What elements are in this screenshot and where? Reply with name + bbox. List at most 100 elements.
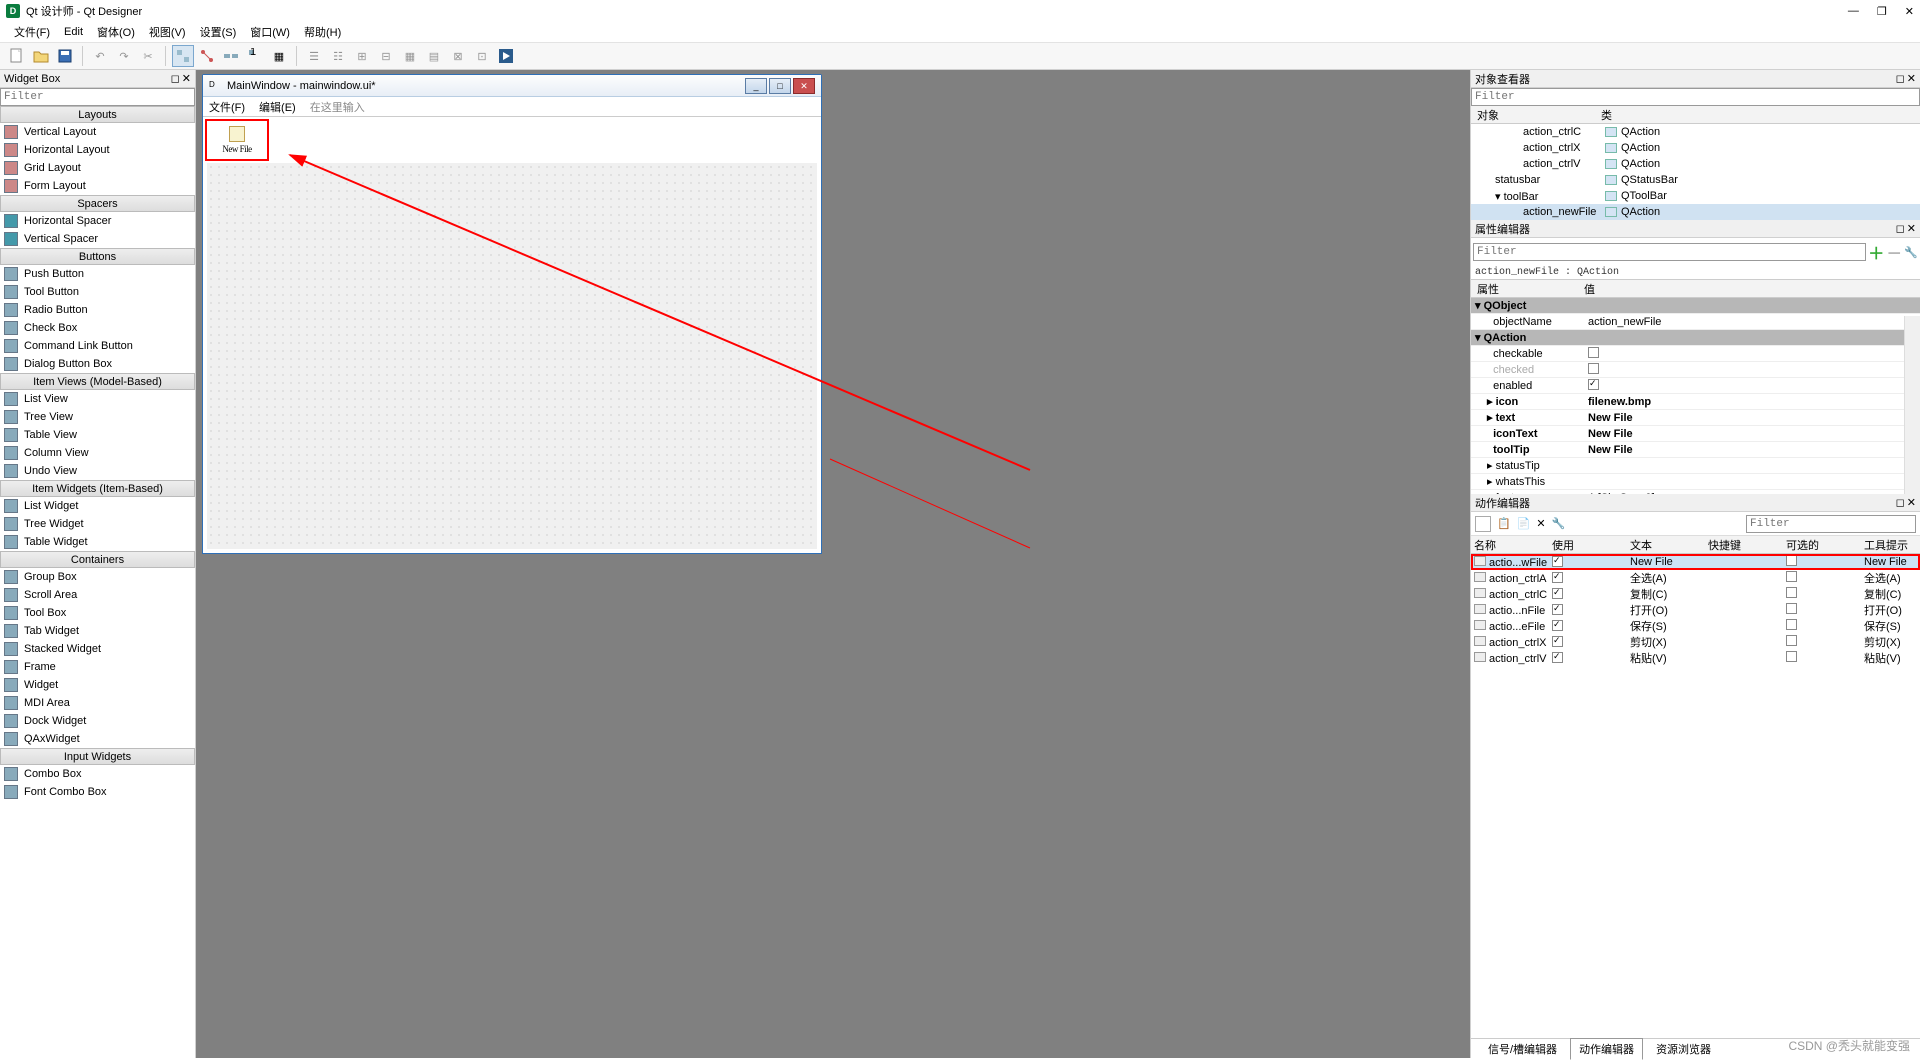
object-tree-row[interactable]: action_ctrlXQAction <box>1471 140 1920 156</box>
form-menu-placeholder[interactable]: 在这里输入 <box>310 99 365 115</box>
property-value[interactable] <box>1584 347 1920 361</box>
wb-item[interactable]: Font Combo Box <box>0 783 195 801</box>
property-row[interactable]: checked <box>1471 362 1920 378</box>
action-row[interactable]: action_ctrlX剪切(X)剪切(X) <box>1471 634 1920 650</box>
dock-close-icon[interactable]: ✕ <box>1907 72 1916 85</box>
property-row[interactable]: ▸ whatsThis <box>1471 474 1920 490</box>
checkbox-icon[interactable] <box>1552 572 1563 583</box>
tb-signals-icon[interactable] <box>196 45 218 67</box>
ae-col-checkable[interactable]: 可选的 <box>1783 537 1861 553</box>
menu-help[interactable]: 帮助(H) <box>298 22 347 42</box>
tb-extra-icon[interactable]: ▦ <box>268 45 290 67</box>
pe-col-prop[interactable]: 属性 <box>1471 281 1584 297</box>
tb-redo-icon[interactable]: ↷ <box>113 45 135 67</box>
tb-save-icon[interactable] <box>54 45 76 67</box>
wb-item[interactable]: MDI Area <box>0 694 195 712</box>
wb-item[interactable]: Tab Widget <box>0 622 195 640</box>
property-row[interactable]: ▾ QAction <box>1471 330 1920 346</box>
wb-item[interactable]: Horizontal Layout <box>0 141 195 159</box>
checkbox-icon[interactable] <box>1552 636 1563 647</box>
action-row[interactable]: actio...nFile打开(O)打开(O) <box>1471 602 1920 618</box>
tb-layout-hs-icon[interactable]: ⊞ <box>351 45 373 67</box>
wb-item[interactable]: Dialog Button Box <box>0 355 195 373</box>
action-row[interactable]: actio...wFileNew FileNew File <box>1471 554 1920 570</box>
property-filter[interactable] <box>1473 243 1866 261</box>
wb-item[interactable]: Radio Button <box>0 301 195 319</box>
property-row[interactable]: ▸ fontA [SimSun, 9] <box>1471 490 1920 494</box>
property-value[interactable]: New File <box>1584 412 1920 424</box>
checkbox-icon[interactable] <box>1786 571 1797 582</box>
form-maximize-button[interactable]: □ <box>769 78 791 94</box>
wb-item[interactable]: Check Box <box>0 319 195 337</box>
wb-item[interactable]: Tree View <box>0 408 195 426</box>
wb-group-header[interactable]: Input Widgets <box>0 748 195 765</box>
checkbox-icon[interactable] <box>1588 363 1599 374</box>
wb-item[interactable]: List Widget <box>0 497 195 515</box>
tb-layout-v-icon[interactable]: ☷ <box>327 45 349 67</box>
tb-adjust-size-icon[interactable]: ⊡ <box>471 45 493 67</box>
ae-col-shortcut[interactable]: 快捷键 <box>1705 537 1783 553</box>
tab-resource-browser[interactable]: 资源浏览器 <box>1647 1038 1720 1060</box>
checkbox-icon[interactable] <box>1786 603 1797 614</box>
tb-layout-f-icon[interactable]: ▤ <box>423 45 445 67</box>
property-value[interactable]: filenew.bmp <box>1584 396 1920 408</box>
checkbox-icon[interactable] <box>1552 588 1563 599</box>
wb-item[interactable]: Vertical Layout <box>0 123 195 141</box>
dock-close-icon[interactable]: ✕ <box>182 72 191 85</box>
property-row[interactable]: objectNameaction_newFile <box>1471 314 1920 330</box>
action-editor-filter[interactable] <box>1746 515 1916 533</box>
wb-item[interactable]: Stacked Widget <box>0 640 195 658</box>
dock-close-icon[interactable]: ✕ <box>1907 496 1916 509</box>
checkbox-icon[interactable] <box>1552 620 1563 631</box>
ae-col-name[interactable]: 名称 <box>1471 537 1549 553</box>
checkbox-icon[interactable] <box>1588 379 1599 390</box>
dock-float-icon[interactable]: ◻ <box>1896 222 1905 235</box>
object-inspector-header[interactable]: 对象 类 <box>1471 106 1920 124</box>
wb-item[interactable]: Horizontal Spacer <box>0 212 195 230</box>
remove-dynamic-prop-icon[interactable]: － <box>1886 240 1902 264</box>
widget-box-filter[interactable] <box>0 88 195 106</box>
wb-item[interactable]: Table Widget <box>0 533 195 551</box>
dock-close-icon[interactable]: ✕ <box>1907 222 1916 235</box>
maximize-button[interactable]: ❐ <box>1877 5 1887 18</box>
tb-layout-vs-icon[interactable]: ⊟ <box>375 45 397 67</box>
minimize-button[interactable]: — <box>1848 5 1859 18</box>
wb-item[interactable]: Push Button <box>0 265 195 283</box>
form-window[interactable]: D MainWindow - mainwindow.ui* _ □ ✕ 文件(F… <box>202 74 822 554</box>
wb-item[interactable]: Vertical Spacer <box>0 230 195 248</box>
property-row[interactable]: iconTextNew File <box>1471 426 1920 442</box>
mdi-area[interactable]: D MainWindow - mainwindow.ui* _ □ ✕ 文件(F… <box>196 70 1470 1058</box>
wb-group-header[interactable]: Spacers <box>0 195 195 212</box>
form-close-button[interactable]: ✕ <box>793 78 815 94</box>
ae-new-icon[interactable] <box>1475 516 1491 532</box>
wb-item[interactable]: Tree Widget <box>0 515 195 533</box>
ae-col-text[interactable]: 文本 <box>1627 537 1705 553</box>
menu-file[interactable]: 文件(F) <box>8 22 56 42</box>
checkbox-icon[interactable] <box>1552 604 1563 615</box>
property-value[interactable]: New File <box>1584 428 1920 440</box>
action-row[interactable]: action_ctrlC复制(C)复制(C) <box>1471 586 1920 602</box>
oi-col-object[interactable]: 对象 <box>1471 107 1601 123</box>
checkbox-icon[interactable] <box>1786 619 1797 630</box>
action-editor-header[interactable]: 名称 使用 文本 快捷键 可选的 工具提示 <box>1471 536 1920 554</box>
wb-group-header[interactable]: Buttons <box>0 248 195 265</box>
checkbox-icon[interactable] <box>1786 555 1797 566</box>
ae-col-used[interactable]: 使用 <box>1549 537 1627 553</box>
tb-tab-order-icon[interactable]: 1 <box>244 45 266 67</box>
dock-float-icon[interactable]: ◻ <box>1896 496 1905 509</box>
ae-paste-icon[interactable]: 📄 <box>1517 517 1531 530</box>
ae-copy-icon[interactable]: 📋 <box>1497 517 1511 530</box>
property-value[interactable] <box>1584 363 1920 377</box>
form-titlebar[interactable]: D MainWindow - mainwindow.ui* _ □ ✕ <box>203 75 821 97</box>
tb-break-layout-icon[interactable]: ⊠ <box>447 45 469 67</box>
action-row[interactable]: action_ctrlV粘贴(V)粘贴(V) <box>1471 650 1920 666</box>
property-row[interactable]: checkable <box>1471 346 1920 362</box>
checkbox-icon[interactable] <box>1552 652 1563 663</box>
property-scrollbar[interactable] <box>1904 316 1920 494</box>
form-canvas[interactable] <box>207 163 817 549</box>
wb-item[interactable]: Group Box <box>0 568 195 586</box>
tb-buddies-icon[interactable] <box>220 45 242 67</box>
form-menubar[interactable]: 文件(F) 编辑(E) 在这里输入 <box>203 97 821 117</box>
menu-form[interactable]: 窗体(O) <box>91 22 141 42</box>
tb-edit-widgets-icon[interactable] <box>172 45 194 67</box>
